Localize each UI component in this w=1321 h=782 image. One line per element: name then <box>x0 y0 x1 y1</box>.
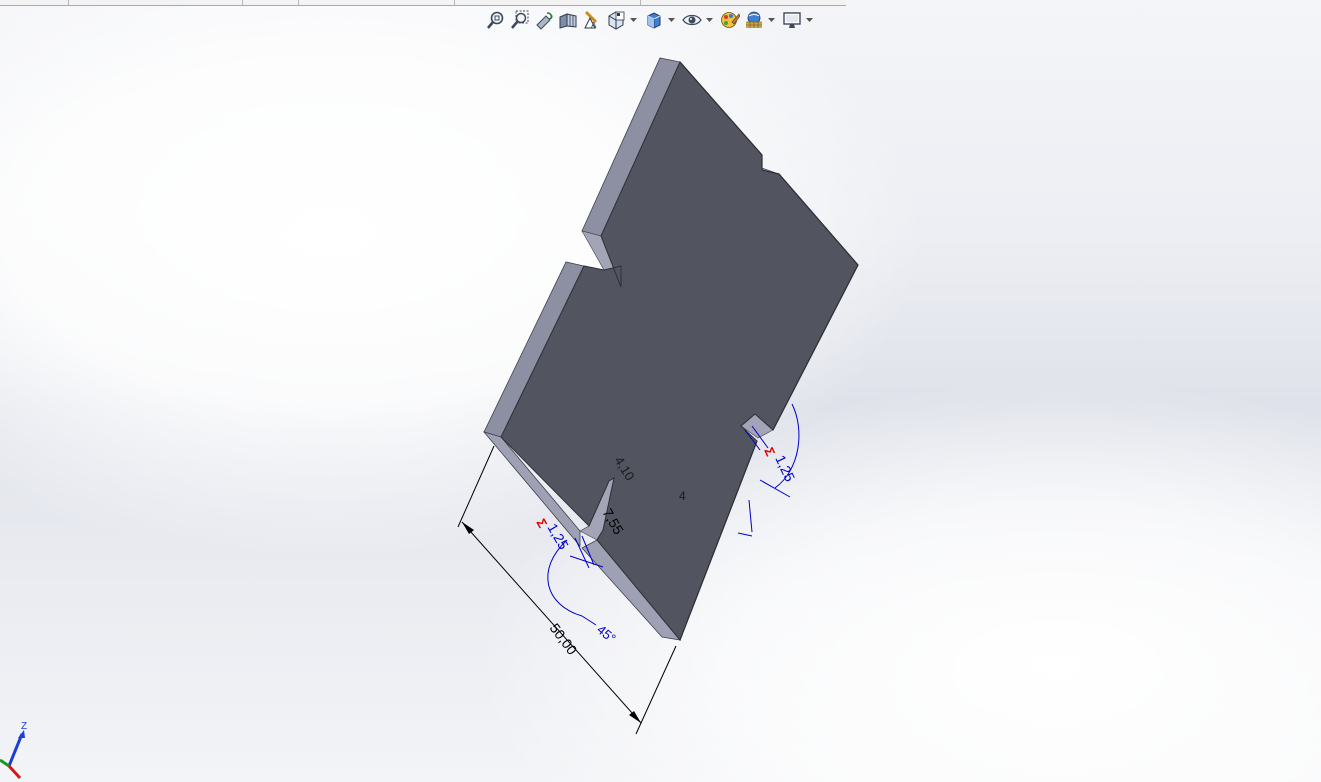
length-value: 50,00 <box>547 620 581 658</box>
arrow-head <box>462 522 474 534</box>
slot-width-right-value: 1,25 <box>772 453 798 485</box>
x-axis <box>7 764 22 780</box>
relation-symbol: Σ <box>761 445 778 459</box>
angle-leader <box>737 532 753 537</box>
feature-number: 4 <box>679 489 686 503</box>
plate-top-face[interactable] <box>500 61 859 641</box>
extension-line <box>457 445 495 528</box>
part-model[interactable] <box>482 57 859 641</box>
angle-value: 45° <box>594 622 619 646</box>
graphics-area[interactable]: 50,00 Σ 1,25 45° 7,55 4,10 4 Σ 1,25 <box>0 0 1321 782</box>
angle-leader <box>748 499 753 533</box>
y-axis <box>0 758 10 768</box>
reference-triad[interactable]: Z <box>0 716 40 782</box>
extension-line <box>635 645 677 735</box>
z-axis-label: Z <box>21 721 27 732</box>
z-axis <box>7 733 24 767</box>
leader-line <box>581 615 597 626</box>
arrow-head <box>629 711 641 723</box>
angle-arc <box>547 539 583 617</box>
